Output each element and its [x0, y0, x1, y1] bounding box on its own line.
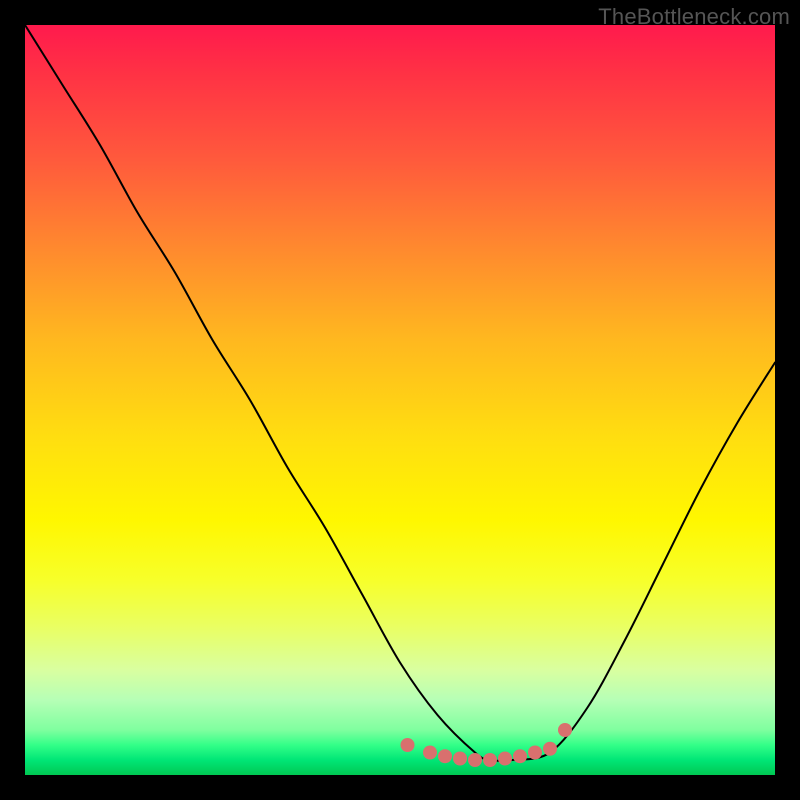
plot-area	[25, 25, 775, 775]
highlight-dot	[438, 749, 452, 763]
highlight-dot	[543, 742, 557, 756]
highlight-dot	[423, 746, 437, 760]
highlight-dot	[513, 749, 527, 763]
highlight-dot	[483, 753, 497, 767]
highlight-dot	[468, 753, 482, 767]
highlight-dots	[401, 723, 573, 767]
curve-line	[25, 25, 775, 761]
highlight-dot	[401, 738, 415, 752]
highlight-dot	[528, 746, 542, 760]
highlight-dot	[453, 752, 467, 766]
highlight-dot	[558, 723, 572, 737]
chart-frame: TheBottleneck.com	[0, 0, 800, 800]
highlight-dot	[498, 752, 512, 766]
plot-svg	[25, 25, 775, 775]
